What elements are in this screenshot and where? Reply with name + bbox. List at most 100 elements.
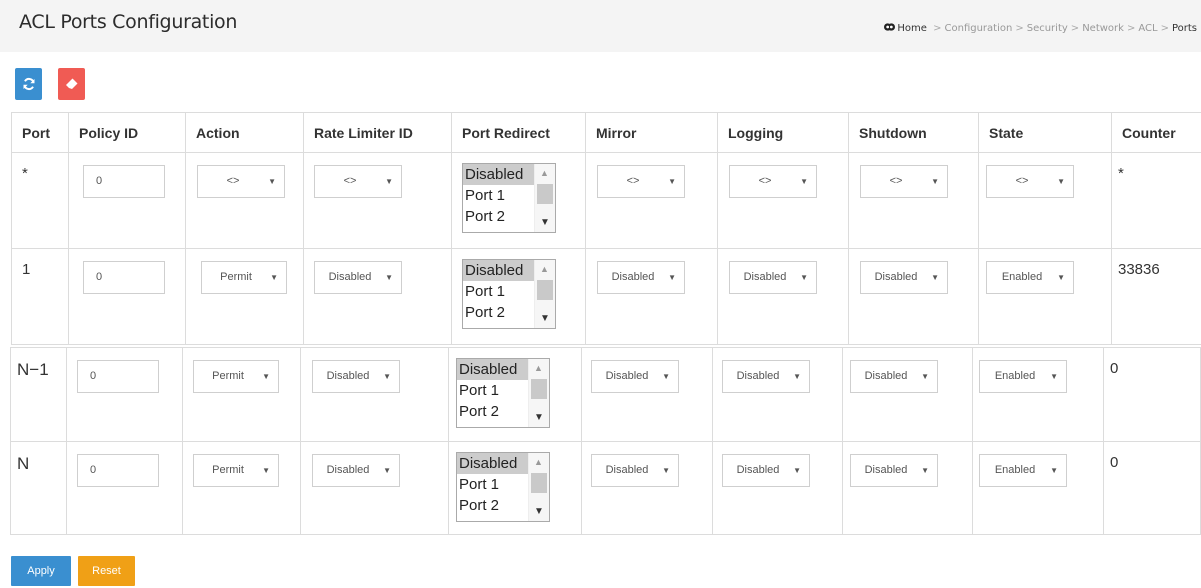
rate-limiter-select[interactable]: Disabled ▼ (312, 454, 400, 487)
apply-button[interactable]: Apply (11, 556, 71, 586)
policy-id-input[interactable]: 0 (83, 165, 165, 198)
scrollbar[interactable]: ▲ ▼ (528, 359, 549, 427)
table-row: N 0 Permit ▼ Disabled ▼ Disabled Port 1 Port… (10, 441, 1201, 535)
logging-select[interactable]: Disabled ▼ (722, 454, 810, 487)
acl-ports-table-tail: N−1 0 Permit ▼ Disabled ▼ Disabled Port 1 Po… (10, 347, 1201, 535)
rate-limiter-select[interactable]: Disabled ▼ (314, 261, 402, 294)
shutdown-value: Disabled (874, 271, 918, 283)
list-option[interactable]: Disabled (457, 453, 529, 474)
action-select[interactable]: Permit ▼ (193, 454, 279, 487)
breadcrumb-ports: Ports (1171, 23, 1197, 34)
list-option[interactable]: Disabled (457, 359, 529, 380)
policy-id-input[interactable]: 0 (77, 360, 159, 393)
list-option[interactable]: Port 1 (463, 281, 535, 302)
logging-select[interactable]: Disabled ▼ (729, 261, 817, 294)
action-select[interactable]: Permit ▼ (193, 360, 279, 393)
list-option[interactable]: Disabled (463, 164, 535, 185)
list-option[interactable]: Port 2 (463, 302, 535, 323)
action-value: Permit (220, 271, 252, 283)
list-option[interactable]: Port 1 (463, 185, 535, 206)
scroll-thumb[interactable] (537, 184, 553, 204)
column-header-rate-limiter-id: Rate Limiter ID (303, 112, 452, 153)
scroll-up-icon[interactable]: ▲ (534, 363, 543, 373)
shutdown-select[interactable]: Disabled ▼ (850, 454, 938, 487)
port-cell: N (17, 454, 30, 473)
state-select[interactable]: Enabled ▼ (979, 360, 1067, 393)
policy-id-input[interactable]: 0 (77, 454, 159, 487)
scroll-up-icon[interactable]: ▲ (540, 264, 549, 274)
clear-button[interactable] (58, 68, 85, 100)
rate-limiter-select[interactable]: Disabled ▼ (312, 360, 400, 393)
port-redirect-listbox[interactable]: Disabled Port 1 Port 2 ▲ ▼ (462, 259, 556, 329)
state-select[interactable]: <> ▼ (986, 165, 1074, 198)
scroll-thumb[interactable] (531, 473, 547, 493)
rate-limiter-value: <> (343, 175, 357, 187)
shutdown-select[interactable]: Disabled ▼ (850, 360, 938, 393)
scroll-down-icon[interactable]: ▼ (534, 412, 544, 423)
caret-down-icon: ▼ (1057, 177, 1065, 186)
state-value: Enabled (1001, 271, 1043, 283)
list-option[interactable]: Port 1 (457, 474, 529, 495)
column-header-port: Port (11, 112, 69, 153)
mirror-select[interactable]: Disabled ▼ (597, 261, 685, 294)
port-redirect-listbox[interactable]: Disabled Port 1 Port 2 ▲ ▼ (456, 358, 550, 428)
shutdown-value: Disabled (864, 370, 908, 382)
caret-down-icon: ▼ (800, 177, 808, 186)
state-select[interactable]: Enabled ▼ (986, 261, 1074, 294)
state-value: Enabled (994, 464, 1036, 476)
rate-limiter-select[interactable]: <> ▼ (314, 165, 402, 198)
port-redirect-listbox[interactable]: Disabled Port 1 Port 2 ▲ ▼ (462, 163, 556, 233)
breadcrumb-network[interactable]: Network (1082, 23, 1124, 34)
list-option[interactable]: Disabled (463, 260, 535, 281)
scrollbar[interactable]: ▲ ▼ (534, 260, 555, 328)
scroll-down-icon[interactable]: ▼ (534, 506, 544, 517)
mirror-select[interactable]: <> ▼ (597, 165, 685, 198)
scroll-down-icon[interactable]: ▼ (540, 313, 550, 324)
shutdown-select[interactable]: <> ▼ (860, 165, 948, 198)
refresh-button[interactable] (15, 68, 42, 100)
breadcrumb-configuration[interactable]: Configuration (945, 23, 1013, 34)
port-redirect-listbox[interactable]: Disabled Port 1 Port 2 ▲ ▼ (456, 452, 550, 522)
breadcrumb-acl[interactable]: ACL (1138, 23, 1157, 34)
breadcrumb-home[interactable]: Home (884, 23, 930, 34)
logging-select[interactable]: <> ▼ (729, 165, 817, 198)
scroll-thumb[interactable] (537, 280, 553, 300)
state-select[interactable]: Enabled ▼ (979, 454, 1067, 487)
action-select[interactable]: Permit ▼ (201, 261, 287, 294)
scroll-up-icon[interactable]: ▲ (540, 168, 549, 178)
port-cell: 1 (22, 261, 31, 278)
mirror-select[interactable]: Disabled ▼ (591, 454, 679, 487)
mirror-select[interactable]: Disabled ▼ (591, 360, 679, 393)
scrollbar[interactable]: ▲ ▼ (534, 164, 555, 232)
breadcrumb-security[interactable]: Security (1027, 23, 1068, 34)
list-option[interactable]: Port 2 (457, 401, 529, 422)
caret-down-icon: ▼ (662, 466, 670, 475)
scroll-thumb[interactable] (531, 379, 547, 399)
logging-select[interactable]: Disabled ▼ (722, 360, 810, 393)
logging-value: Disabled (736, 370, 780, 382)
list-option[interactable]: Port 1 (457, 380, 529, 401)
scroll-up-icon[interactable]: ▲ (534, 457, 543, 467)
list-option[interactable]: Port 2 (463, 206, 535, 227)
shutdown-select[interactable]: Disabled ▼ (860, 261, 948, 294)
port-cell: N−1 (17, 360, 49, 379)
scroll-down-icon[interactable]: ▼ (540, 217, 550, 228)
column-header-state: State (978, 112, 1112, 153)
reset-button[interactable]: Reset (78, 556, 135, 586)
action-value: Permit (212, 464, 244, 476)
home-icon (884, 23, 896, 31)
mirror-value: Disabled (605, 370, 649, 382)
table-header: Port Policy ID Action Rate Limiter ID Po… (11, 112, 1201, 153)
table-row: N−1 0 Permit ▼ Disabled ▼ Disabled Port 1 Po… (10, 347, 1201, 442)
logging-value: <> (758, 175, 772, 187)
refresh-icon (23, 77, 34, 91)
list-option[interactable]: Port 2 (457, 495, 529, 516)
scrollbar[interactable]: ▲ ▼ (528, 453, 549, 521)
column-header-port-redirect: Port Redirect (451, 112, 586, 153)
caret-down-icon: ▼ (1050, 372, 1058, 381)
state-value: <> (1015, 175, 1029, 187)
page-title: ACL Ports Configuration (19, 11, 238, 33)
policy-id-input[interactable]: 0 (83, 261, 165, 294)
action-select[interactable]: <> ▼ (197, 165, 285, 198)
caret-down-icon: ▼ (931, 177, 939, 186)
